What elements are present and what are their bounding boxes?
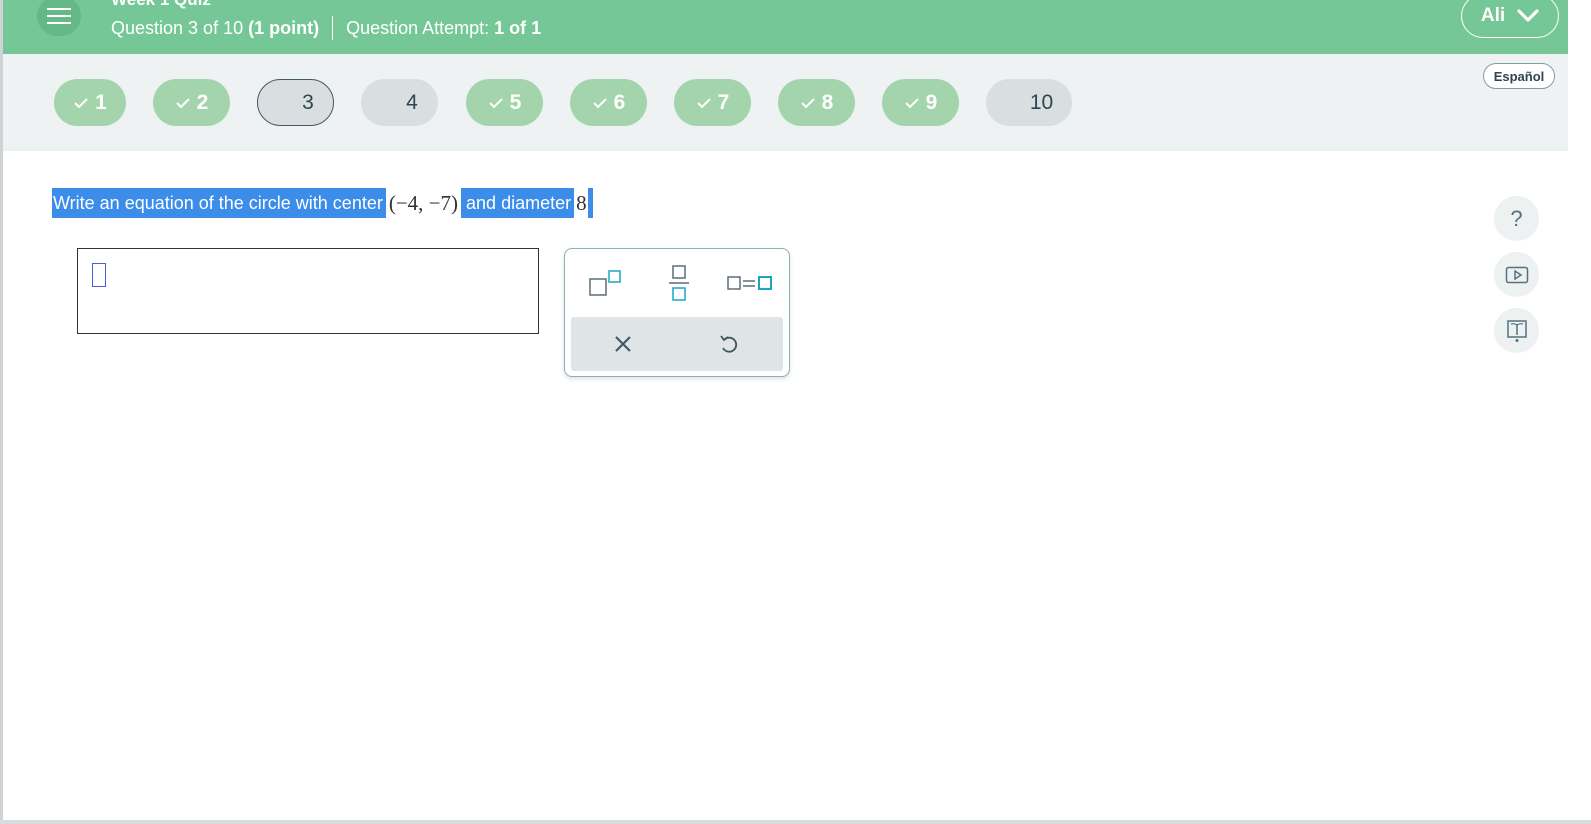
check-icon xyxy=(488,97,503,108)
question-mark-icon: ? xyxy=(1510,205,1523,231)
exponent-template-button[interactable] xyxy=(583,267,627,301)
language-button[interactable]: Español xyxy=(1483,63,1555,89)
check-icon xyxy=(904,97,919,108)
textbook-button[interactable] xyxy=(1494,308,1539,353)
palette-action-bar xyxy=(571,317,783,371)
question-nav-8[interactable]: 8 xyxy=(778,79,855,126)
check-icon xyxy=(592,97,607,108)
undo-icon xyxy=(720,335,738,353)
quiz-page: Week 1 Quiz Question 3 of 10 (1 point) Q… xyxy=(0,0,1591,824)
close-icon xyxy=(615,336,631,352)
book-icon xyxy=(1506,319,1527,342)
question-text-part: and diameter xyxy=(461,188,575,218)
check-icon xyxy=(175,97,190,108)
check-icon xyxy=(800,97,815,108)
question-nav-9[interactable]: 9 xyxy=(882,79,959,126)
answer-input[interactable] xyxy=(77,248,539,334)
user-menu-button[interactable]: Ali xyxy=(1461,0,1559,38)
fraction-template-button[interactable] xyxy=(657,261,701,305)
question-nav-5[interactable]: 5 xyxy=(466,79,543,126)
input-cursor-placeholder xyxy=(92,263,106,287)
header-divider xyxy=(332,16,334,40)
question-nav-label: 6 xyxy=(613,90,626,114)
question-counter: Question 3 of 10 xyxy=(111,17,244,38)
question-nav-label: 8 xyxy=(821,90,834,114)
question-nav-6[interactable]: 6 xyxy=(570,79,647,126)
quiz-title: Week 1 Quiz xyxy=(111,0,211,10)
reset-button[interactable] xyxy=(705,325,753,363)
attempt-label: Question Attempt: xyxy=(346,17,490,38)
question-nav-10[interactable]: 10 xyxy=(986,79,1072,126)
clear-button[interactable] xyxy=(599,325,647,363)
header-bar: Week 1 Quiz Question 3 of 10 (1 point) Q… xyxy=(3,0,1568,54)
equation-template-button[interactable] xyxy=(725,267,775,301)
video-button[interactable] xyxy=(1494,252,1539,297)
window-edge-bottom xyxy=(0,820,1591,824)
chevron-down-icon xyxy=(1517,9,1539,22)
selection-end xyxy=(587,188,593,218)
question-nav-label: 2 xyxy=(196,90,209,114)
question-points: (1 point) xyxy=(248,17,320,38)
fraction-icon xyxy=(669,265,689,301)
question-nav-1[interactable]: 1 xyxy=(54,79,126,126)
question-text: Write an equation of the circle with cen… xyxy=(52,188,593,218)
question-nav-3[interactable]: 3 xyxy=(257,79,334,126)
question-nav-label: 1 xyxy=(95,90,107,114)
question-text-part: Write an equation of the circle with cen… xyxy=(52,188,386,218)
check-icon xyxy=(74,97,88,108)
hamburger-icon xyxy=(47,8,71,24)
question-nav-label: 7 xyxy=(717,90,730,114)
question-nav-7[interactable]: 7 xyxy=(674,79,751,126)
question-info: Question 3 of 10 (1 point) Question Atte… xyxy=(111,16,541,40)
question-nav-label: 10 xyxy=(1029,90,1054,114)
exponent-icon xyxy=(589,270,621,296)
check-icon xyxy=(696,97,711,108)
question-nav-2[interactable]: 2 xyxy=(153,79,230,126)
video-icon xyxy=(1505,266,1528,283)
attempt-value: 1 of 1 xyxy=(494,17,542,38)
question-nav-4[interactable]: 4 xyxy=(361,79,438,126)
question-nav-label: 4 xyxy=(406,90,418,114)
equation-icon xyxy=(727,276,772,290)
help-button[interactable]: ? xyxy=(1494,196,1539,241)
center-point: (−4, −7) xyxy=(388,190,459,215)
window-edge-right xyxy=(1568,0,1591,824)
math-palette xyxy=(564,248,790,377)
menu-button[interactable] xyxy=(37,0,81,36)
question-nav-label: 9 xyxy=(925,90,938,114)
diameter-value: 8 xyxy=(576,190,587,215)
question-nav-label: 3 xyxy=(302,90,314,114)
user-name: Ali xyxy=(1480,5,1506,26)
question-nav-label: 5 xyxy=(509,90,522,114)
